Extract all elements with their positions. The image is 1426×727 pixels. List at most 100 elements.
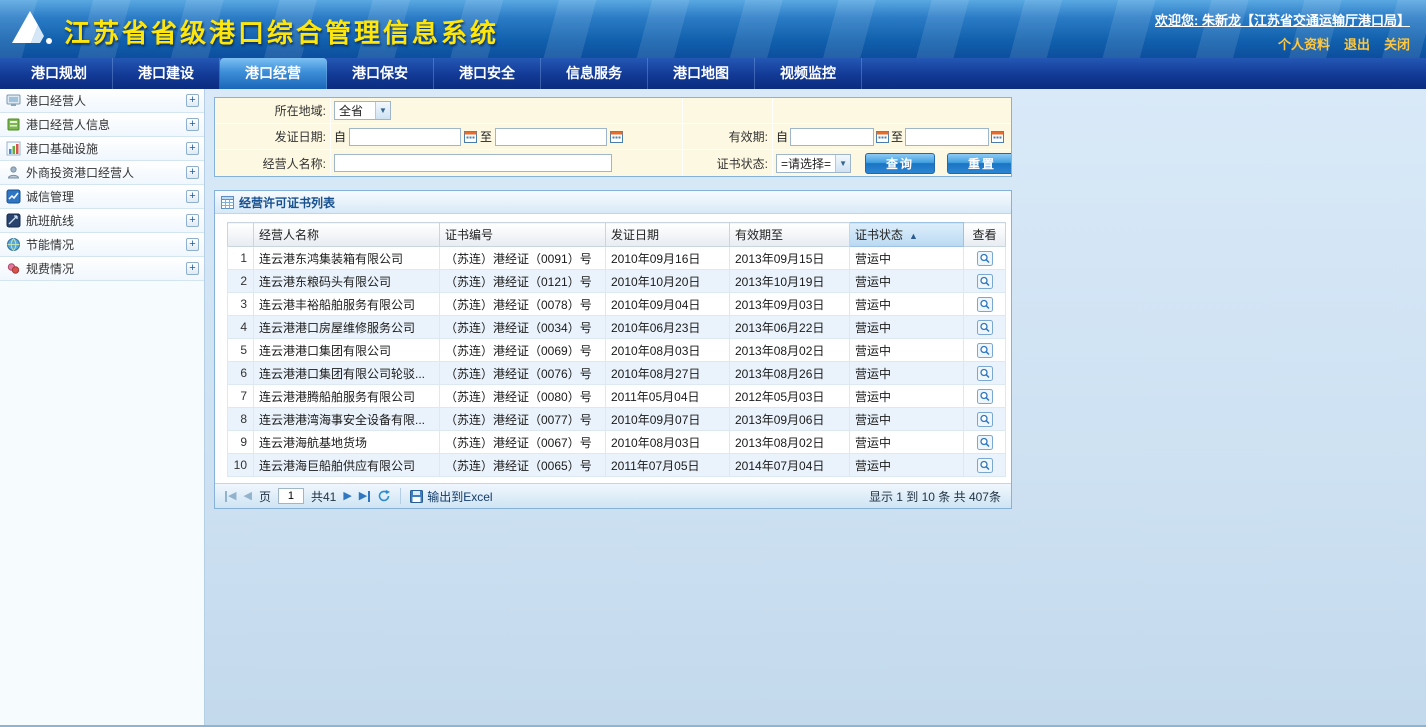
sidebar-menu: 港口经营人+港口经营人信息+港口基础设施+外商投资港口经营人+诚信管理+航班航线… bbox=[0, 89, 204, 281]
refresh-icon[interactable] bbox=[377, 489, 391, 503]
cert-number-cell: （苏连）港经证（0076）号 bbox=[440, 362, 606, 385]
view-cert-button[interactable] bbox=[977, 251, 993, 266]
valid-until-cell: 2013年09月03日 bbox=[730, 293, 850, 316]
issue-date-from-input[interactable] bbox=[349, 128, 461, 146]
reset-button[interactable]: 重置 bbox=[947, 153, 1011, 174]
calendar-icon[interactable] bbox=[610, 130, 623, 143]
nav-tab-3[interactable]: 港口经营 bbox=[220, 58, 327, 89]
row-number-cell: 7 bbox=[228, 385, 254, 408]
col-valid-until[interactable]: 有效期至 bbox=[730, 223, 850, 247]
app-header: 江苏省省级港口综合管理信息系统 欢迎您: 朱新龙【江苏省交通运输厅港口局】 个人… bbox=[0, 0, 1426, 58]
valid-until-cell: 2013年10月19日 bbox=[730, 270, 850, 293]
export-excel-button[interactable]: 输出到Excel bbox=[410, 488, 492, 505]
operator-name-cell: 连云港东鸿集装箱有限公司 bbox=[254, 247, 440, 270]
nav-tab-8[interactable]: 视频监控 bbox=[755, 58, 862, 89]
sidebar-item-8[interactable]: 规费情况+ bbox=[0, 257, 204, 281]
row-number-cell: 10 bbox=[228, 454, 254, 477]
calendar-icon[interactable] bbox=[876, 130, 889, 143]
sidebar-item-6[interactable]: 航班航线 + bbox=[0, 209, 204, 233]
calendar-icon[interactable] bbox=[464, 130, 477, 143]
close-link[interactable]: 关闭 bbox=[1384, 34, 1410, 53]
main-content: 所在地域: 全省 ▼ 发证日期: 自 至 bbox=[205, 89, 1426, 725]
expand-plus-icon[interactable]: + bbox=[186, 238, 199, 251]
col-cert-number[interactable]: 证书编号 bbox=[440, 223, 606, 247]
col-issue-date[interactable]: 发证日期 bbox=[606, 223, 730, 247]
cert-status-label: 证书状态: bbox=[682, 150, 772, 176]
nav-tab-5[interactable]: 港口安全 bbox=[434, 58, 541, 89]
expand-plus-icon[interactable]: + bbox=[186, 190, 199, 203]
operator-name-cell: 连云港海航基地货场 bbox=[254, 431, 440, 454]
filter-panel: 所在地域: 全省 ▼ 发证日期: 自 至 bbox=[214, 97, 1012, 177]
profile-link[interactable]: 个人资料 bbox=[1278, 34, 1330, 53]
globe-icon bbox=[6, 237, 21, 252]
prev-page-button[interactable]: ◀ bbox=[243, 491, 251, 502]
last-page-button[interactable]: ▶ bbox=[359, 491, 370, 502]
issue-date-to-input[interactable] bbox=[495, 128, 607, 146]
issue-date-label: 发证日期: bbox=[215, 128, 330, 145]
nav-tab-7[interactable]: 港口地图 bbox=[648, 58, 755, 89]
first-page-button[interactable]: ◀ bbox=[225, 491, 236, 502]
next-page-button[interactable]: ▶ bbox=[343, 491, 351, 502]
issue-date-cell: 2010年06月23日 bbox=[606, 316, 730, 339]
view-cert-button[interactable] bbox=[977, 435, 993, 450]
view-cert-button[interactable] bbox=[977, 389, 993, 404]
view-cell bbox=[964, 293, 1006, 316]
cert-status-select[interactable]: =请选择= ▼ bbox=[776, 154, 851, 173]
col-operator-name[interactable]: 经营人名称 bbox=[254, 223, 440, 247]
search-button[interactable]: 查询 bbox=[865, 153, 935, 174]
table-row: 10连云港海巨船舶供应有限公司（苏连）港经证（0065）号2011年07月05日… bbox=[228, 454, 1006, 477]
cert-status-cell: 营运中 bbox=[850, 454, 964, 477]
to-label: 至 bbox=[480, 128, 492, 145]
nav-tab-6[interactable]: 信息服务 bbox=[541, 58, 648, 89]
expand-plus-icon[interactable]: + bbox=[186, 118, 199, 131]
logo-icon bbox=[10, 9, 56, 50]
calendar-icon[interactable] bbox=[991, 130, 1004, 143]
view-cell bbox=[964, 339, 1006, 362]
panel-title: 经营许可证书列表 bbox=[239, 194, 335, 211]
row-number-header bbox=[228, 223, 254, 247]
table-row: 4连云港港口房屋维修服务公司（苏连）港经证（0034）号2010年06月23日2… bbox=[228, 316, 1006, 339]
nav-tab-4[interactable]: 港口保安 bbox=[327, 58, 434, 89]
logout-link[interactable]: 退出 bbox=[1344, 34, 1370, 53]
page-input[interactable] bbox=[278, 488, 304, 504]
cert-status-cell: 营运中 bbox=[850, 270, 964, 293]
table-area: 经营人名称 证书编号 发证日期 有效期至 证书状态▲ 查看 1连云港东鸿集装箱有… bbox=[215, 214, 1011, 483]
expand-plus-icon[interactable]: + bbox=[186, 166, 199, 179]
view-cert-button[interactable] bbox=[977, 412, 993, 427]
valid-until-cell: 2013年06月22日 bbox=[730, 316, 850, 339]
route-icon bbox=[6, 213, 21, 228]
sidebar-item-2[interactable]: 港口经营人信息+ bbox=[0, 113, 204, 137]
sidebar-item-4[interactable]: 外商投资港口经营人+ bbox=[0, 161, 204, 185]
issue-date-cell: 2010年10月20日 bbox=[606, 270, 730, 293]
sidebar-item-3[interactable]: 港口基础设施+ bbox=[0, 137, 204, 161]
sidebar-item-1[interactable]: 港口经营人+ bbox=[0, 89, 204, 113]
expand-plus-icon[interactable]: + bbox=[186, 94, 199, 107]
monitor-icon bbox=[6, 93, 21, 108]
region-select[interactable]: 全省 ▼ bbox=[334, 101, 391, 120]
row-number-cell: 5 bbox=[228, 339, 254, 362]
view-cert-button[interactable] bbox=[977, 343, 993, 358]
expand-plus-icon[interactable]: + bbox=[186, 142, 199, 155]
sidebar-item-7[interactable]: 节能情况+ bbox=[0, 233, 204, 257]
sidebar-item-label: 航班航线 bbox=[26, 212, 74, 229]
issue-date-cell: 2011年05月04日 bbox=[606, 385, 730, 408]
table-row: 8连云港港湾海事安全设备有限...（苏连）港经证（0077）号2010年09月0… bbox=[228, 408, 1006, 431]
view-cert-button[interactable] bbox=[977, 297, 993, 312]
col-cert-status[interactable]: 证书状态▲ bbox=[850, 223, 964, 247]
nav-tab-2[interactable]: 港口建设 bbox=[113, 58, 220, 89]
book-green-icon bbox=[6, 117, 21, 132]
expand-plus-icon[interactable]: + bbox=[186, 214, 199, 227]
view-cert-button[interactable] bbox=[977, 274, 993, 289]
view-cert-button[interactable] bbox=[977, 320, 993, 335]
nav-tab-1[interactable]: 港口规划 bbox=[6, 58, 113, 89]
sidebar-item-5[interactable]: 诚信管理+ bbox=[0, 185, 204, 209]
operator-name-input[interactable] bbox=[334, 154, 612, 172]
validity-to-input[interactable] bbox=[905, 128, 989, 146]
view-cert-button[interactable] bbox=[977, 458, 993, 473]
view-cert-button[interactable] bbox=[977, 366, 993, 381]
table-row: 5连云港港口集团有限公司（苏连）港经证（0069）号2010年08月03日201… bbox=[228, 339, 1006, 362]
row-number-cell: 1 bbox=[228, 247, 254, 270]
chart-blue-icon bbox=[6, 189, 21, 204]
validity-from-input[interactable] bbox=[790, 128, 874, 146]
expand-plus-icon[interactable]: + bbox=[186, 262, 199, 275]
